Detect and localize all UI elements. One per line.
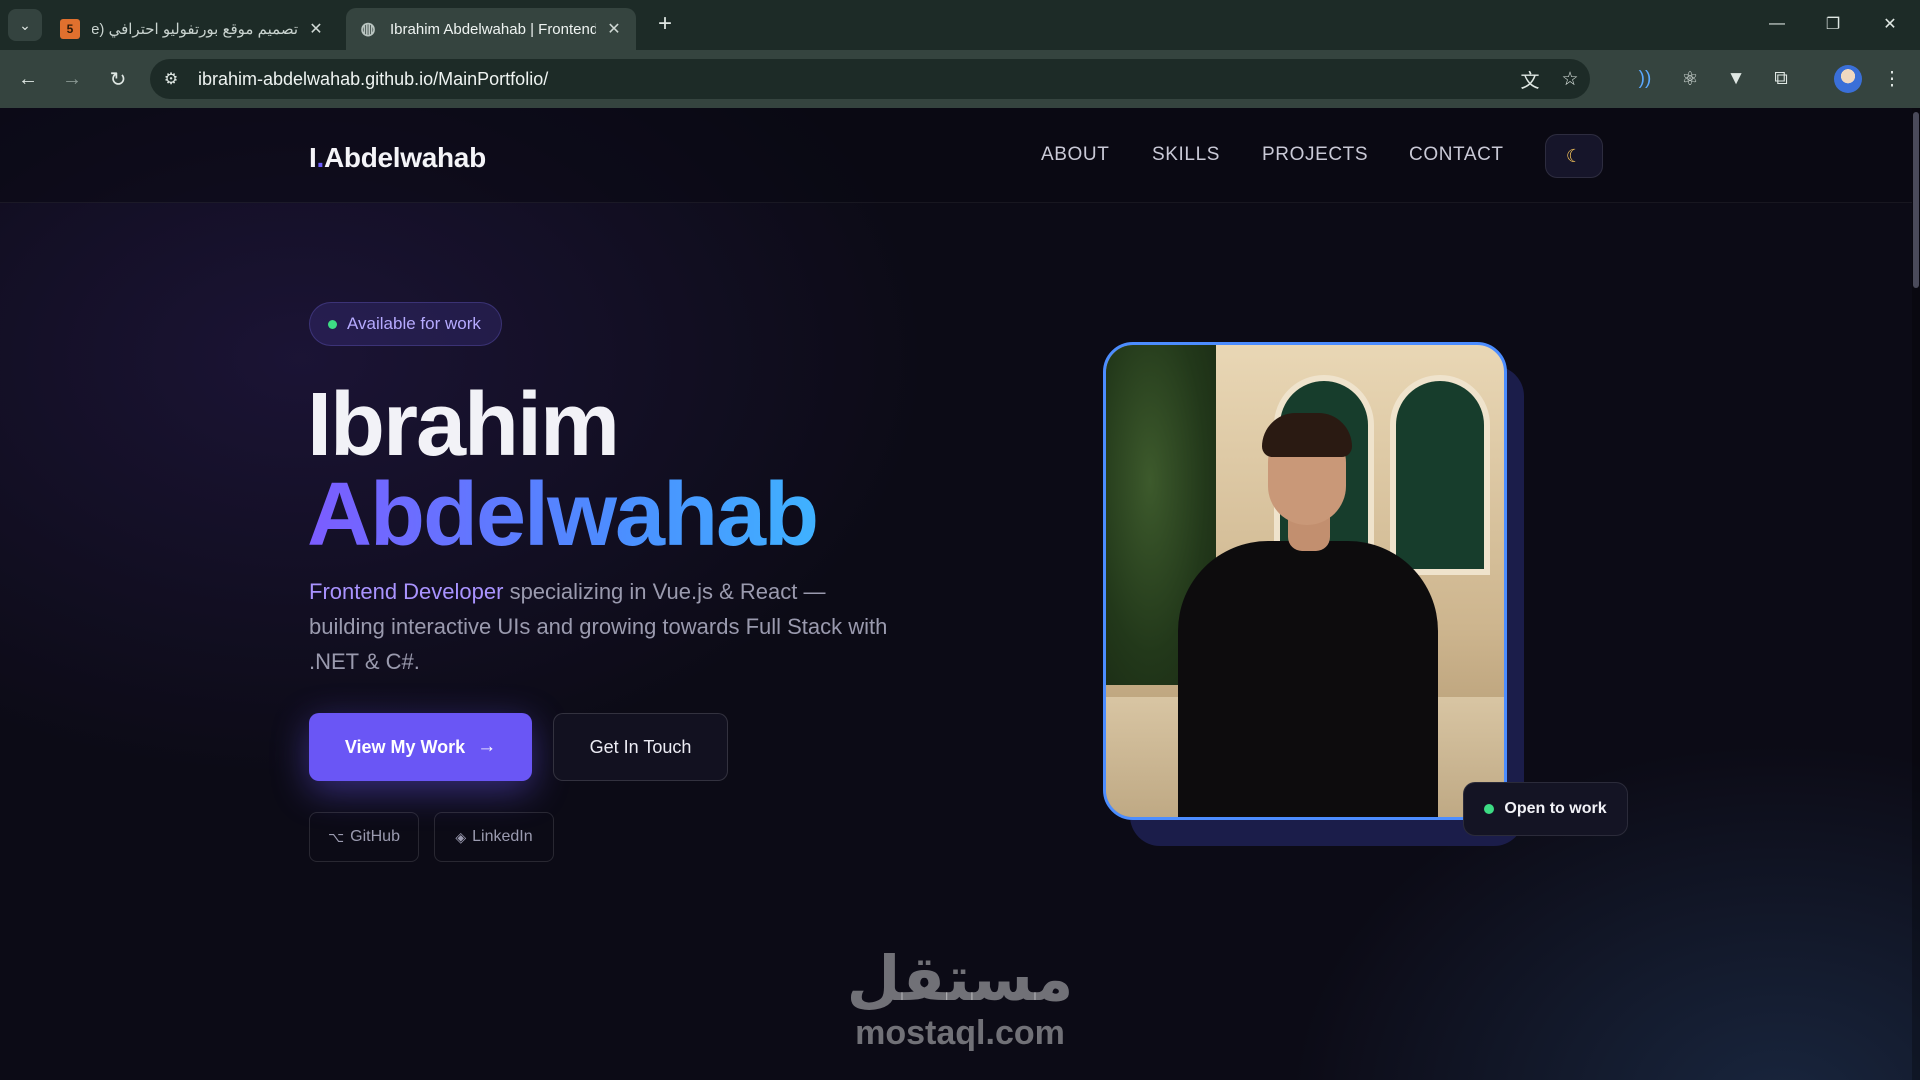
view-my-work-label: View My Work: [344, 736, 466, 757]
window-close-icon[interactable]: ✕: [1870, 8, 1910, 40]
react-devtools-icon[interactable]: ⚛: [1672, 62, 1708, 96]
forward-icon[interactable]: →: [54, 62, 90, 96]
view-my-work-button[interactable]: View My Work →: [309, 713, 532, 781]
browser-tab-bar: ⌄ 5 تصميم موقع بورتفوليو احترافي (e ✕ ◍ …: [0, 0, 1920, 50]
reload-icon[interactable]: ↻: [100, 62, 136, 96]
hero-last-name: Abdelwahab: [307, 465, 819, 565]
more-menu-icon[interactable]: ⋮: [1874, 62, 1910, 96]
hero-description: Frontend Developer specializing in Vue.j…: [309, 574, 899, 679]
vue-devtools-icon[interactable]: ▼: [1718, 62, 1754, 96]
nav-link-skills[interactable]: SKILLS: [1152, 144, 1220, 166]
watermark-latin: mostaql.com: [855, 1014, 1065, 1052]
tab-title: Ibrahim Abdelwahab | Frontend: [390, 20, 596, 38]
site-navbar: I.Abdelwahab ABOUT SKILLS PROJECTS CONTA…: [0, 108, 1912, 203]
restore-icon[interactable]: ❐: [1813, 8, 1853, 40]
theme-toggle-button[interactable]: ☾: [1545, 134, 1603, 178]
close-icon[interactable]: ✕: [604, 19, 624, 39]
nav-link-about[interactable]: ABOUT: [1041, 144, 1109, 166]
page-scrollbar[interactable]: [1912, 108, 1920, 1080]
availability-badge: Available for work: [309, 302, 502, 346]
open-to-work-text: Open to work: [1504, 800, 1607, 817]
get-in-touch-label: Get In Touch: [589, 736, 692, 757]
linkedin-label: LinkedIn: [472, 828, 533, 845]
browser-tab-inactive[interactable]: 5 تصميم موقع بورتفوليو احترافي (e ✕: [48, 8, 338, 50]
address-bar[interactable]: ⚙ ibrahim-abdelwahab.github.io/MainPortf…: [150, 59, 1590, 99]
github-label: GitHub: [350, 828, 400, 845]
hero-role: Frontend Developer: [309, 579, 504, 604]
arrow-right-icon: →: [477, 736, 497, 757]
profile-photo: [1103, 342, 1507, 820]
get-in-touch-button[interactable]: Get In Touch: [553, 713, 728, 781]
extensions-puzzle-icon[interactable]: ⧉: [1763, 62, 1799, 96]
site-logo[interactable]: I.Abdelwahab: [309, 142, 486, 174]
photo-person-body: [1178, 541, 1438, 817]
logo-name: Abdelwahab: [323, 142, 486, 173]
availability-text: Available for work: [347, 314, 481, 333]
tab-title: تصميم موقع بورتفوليو احترافي (e: [92, 21, 298, 38]
close-icon[interactable]: ✕: [306, 19, 326, 39]
github-link[interactable]: ⌥ GitHub: [309, 812, 419, 862]
translate-icon[interactable]: 文: [1510, 62, 1550, 96]
status-dot-icon: [328, 319, 337, 329]
bookmark-star-icon[interactable]: ☆: [1550, 62, 1590, 96]
hero-first-name: Ibrahim: [307, 375, 620, 475]
url-text[interactable]: ibrahim-abdelwahab.github.io/MainPortfol…: [198, 69, 1510, 90]
globe-icon: ◍: [360, 19, 376, 38]
profile-avatar-icon[interactable]: [1834, 65, 1862, 93]
open-to-work-badge: Open to work: [1463, 782, 1628, 836]
mostaql-watermark: مستقل mostaql.com: [845, 942, 1075, 1052]
tab-favicon-icon: 5: [60, 19, 80, 39]
read-aloud-icon[interactable]: )): [1627, 62, 1663, 96]
logo-dot: .: [316, 142, 324, 173]
scrollbar-thumb[interactable]: [1913, 112, 1919, 288]
watermark-arabic: مستقل: [846, 942, 1074, 1015]
chevron-down-icon: ⌄: [19, 16, 31, 33]
browser-tab-active[interactable]: ◍ Ibrahim Abdelwahab | Frontend ✕: [346, 8, 636, 50]
status-dot-icon: [1484, 804, 1495, 814]
minimize-icon[interactable]: —: [1757, 8, 1797, 40]
photo-person-hair: [1262, 413, 1352, 457]
browser-toolbar: ← → ↻ ⚙ ibrahim-abdelwahab.github.io/Mai…: [0, 50, 1920, 108]
photo-window-right: [1390, 375, 1490, 575]
github-icon: ⌥: [328, 828, 345, 845]
moon-icon: ☾: [1565, 145, 1583, 166]
site-settings-icon[interactable]: ⚙: [154, 62, 188, 96]
linkedin-link[interactable]: ◈ LinkedIn: [434, 812, 554, 862]
nav-link-projects[interactable]: PROJECTS: [1262, 144, 1368, 166]
portfolio-page: I.Abdelwahab ABOUT SKILLS PROJECTS CONTA…: [0, 108, 1920, 1080]
tab-search-button[interactable]: ⌄: [8, 9, 42, 41]
new-tab-button[interactable]: +: [650, 10, 680, 40]
back-icon[interactable]: ←: [10, 62, 46, 96]
nav-link-contact[interactable]: CONTACT: [1409, 144, 1504, 166]
linkedin-icon: ◈: [455, 828, 467, 845]
